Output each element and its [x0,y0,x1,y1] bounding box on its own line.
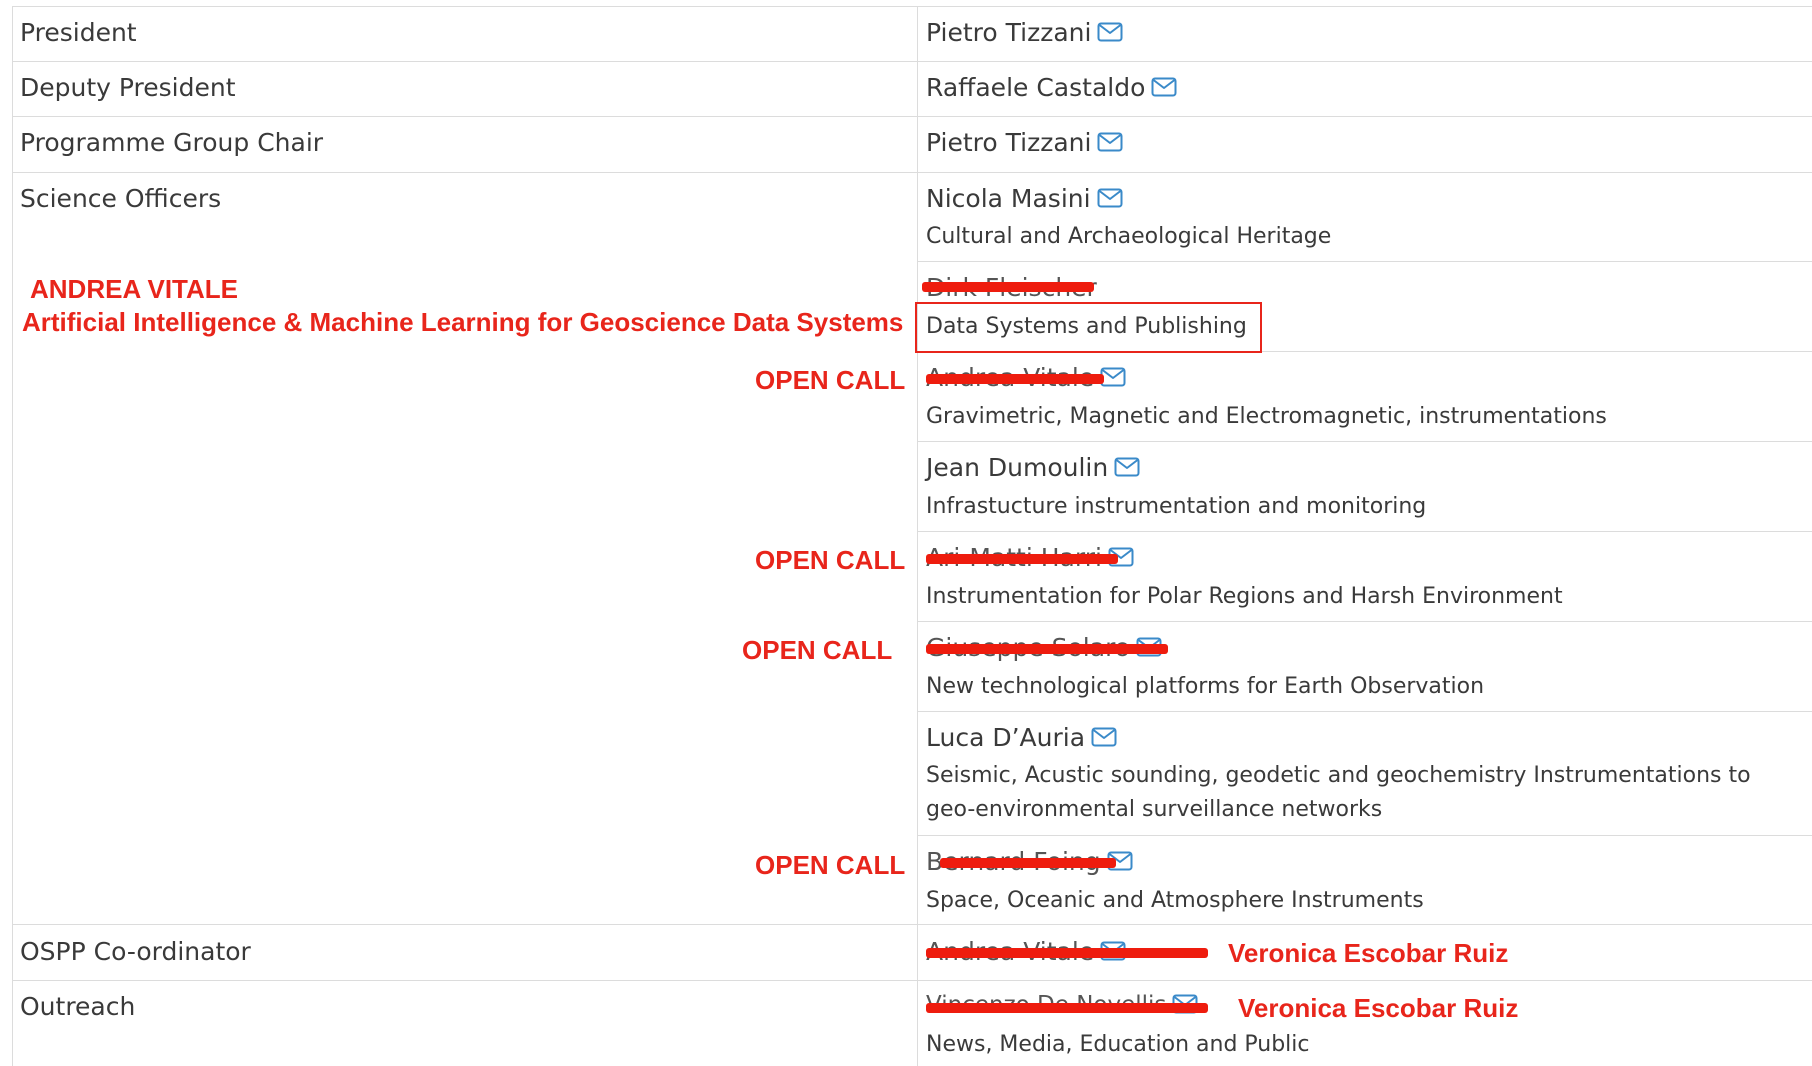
officer-area: Infrastucture instrumentation and monito… [926,494,1427,519]
envelope-icon[interactable] [1097,132,1123,152]
officer-area: Cultural and Archaeological Heritage [926,224,1332,249]
redaction-strike [922,282,1094,292]
row-divider [12,61,1812,62]
officers-table: President Pietro Tizzani Deputy Presiden… [0,0,1812,1066]
column-divider [917,6,918,1066]
row-divider [917,261,1812,262]
annotation-open-call: OPEN CALL [742,635,893,665]
officer-name: Jean Dumoulin [926,453,1140,482]
annotation-open-call: OPEN CALL [755,545,906,575]
officer-name: Nicola Masini [926,184,1123,213]
officer-name: Luca D’Auria [926,723,1117,752]
annotation-open-call: OPEN CALL [755,365,906,395]
redaction-strike [926,948,1208,958]
role-deputy-president: Deputy President [20,73,236,102]
row-divider [917,711,1812,712]
outreach-area: News, Media, Education and Public [926,1032,1310,1057]
highlight-box [915,302,1262,353]
person-name[interactable]: Nicola Masini [926,184,1091,213]
role-science-officers: Science Officers [20,184,222,213]
row-divider [12,980,1812,981]
person-programme-group-chair: Pietro Tizzani [926,128,1123,157]
role-president: President [20,18,137,47]
role-outreach: Outreach [20,992,136,1021]
envelope-icon[interactable] [1097,188,1123,208]
envelope-icon[interactable] [1100,367,1126,387]
role-programme-group-chair: Programme Group Chair [20,128,324,157]
redaction-strike [926,374,1104,384]
row-divider [12,116,1812,117]
row-divider [917,531,1812,532]
envelope-icon[interactable] [1114,457,1140,477]
officer-area: Gravimetric, Magnetic and Electromagneti… [926,404,1607,429]
row-divider [917,621,1812,622]
annotation-replacement: Veronica Escobar Ruiz [1238,993,1519,1023]
annotation-replacement: Veronica Escobar Ruiz [1228,938,1509,968]
row-divider [917,441,1812,442]
envelope-icon[interactable] [1091,727,1117,747]
redaction-strike [926,554,1118,564]
officer-area: Space, Oceanic and Atmosphere Instrument… [926,888,1424,913]
person-name[interactable]: Pietro Tizzani [926,128,1091,157]
officer-area: New technological platforms for Earth Ob… [926,674,1485,699]
role-ospp-coordinator: OSPP Co-ordinator [20,937,251,966]
redaction-strike [926,1003,1208,1013]
row-divider [12,6,1812,7]
envelope-icon[interactable] [1151,77,1177,97]
person-name[interactable]: Luca D’Auria [926,723,1085,752]
person-name[interactable]: Raffaele Castaldo [926,73,1145,102]
person-name[interactable]: Pietro Tizzani [926,18,1091,47]
row-divider [12,924,1812,925]
envelope-icon[interactable] [1097,22,1123,42]
officer-area: Instrumentation for Polar Regions and Ha… [926,584,1563,609]
annotation-name: ANDREA VITALE [30,274,238,304]
redaction-strike [926,644,1168,654]
annotation-open-call: OPEN CALL [755,850,906,880]
person-name[interactable]: Jean Dumoulin [926,453,1108,482]
annotation-topic: Artificial Intelligence & Machine Learni… [22,307,904,337]
officer-area: Seismic, Acustic sounding, geodetic and … [926,763,1751,822]
column-divider [12,6,13,1066]
row-divider [12,172,1812,173]
row-divider [917,835,1812,836]
person-president: Pietro Tizzani [926,18,1123,47]
redaction-strike [940,858,1116,868]
person-deputy-president: Raffaele Castaldo [926,73,1177,102]
